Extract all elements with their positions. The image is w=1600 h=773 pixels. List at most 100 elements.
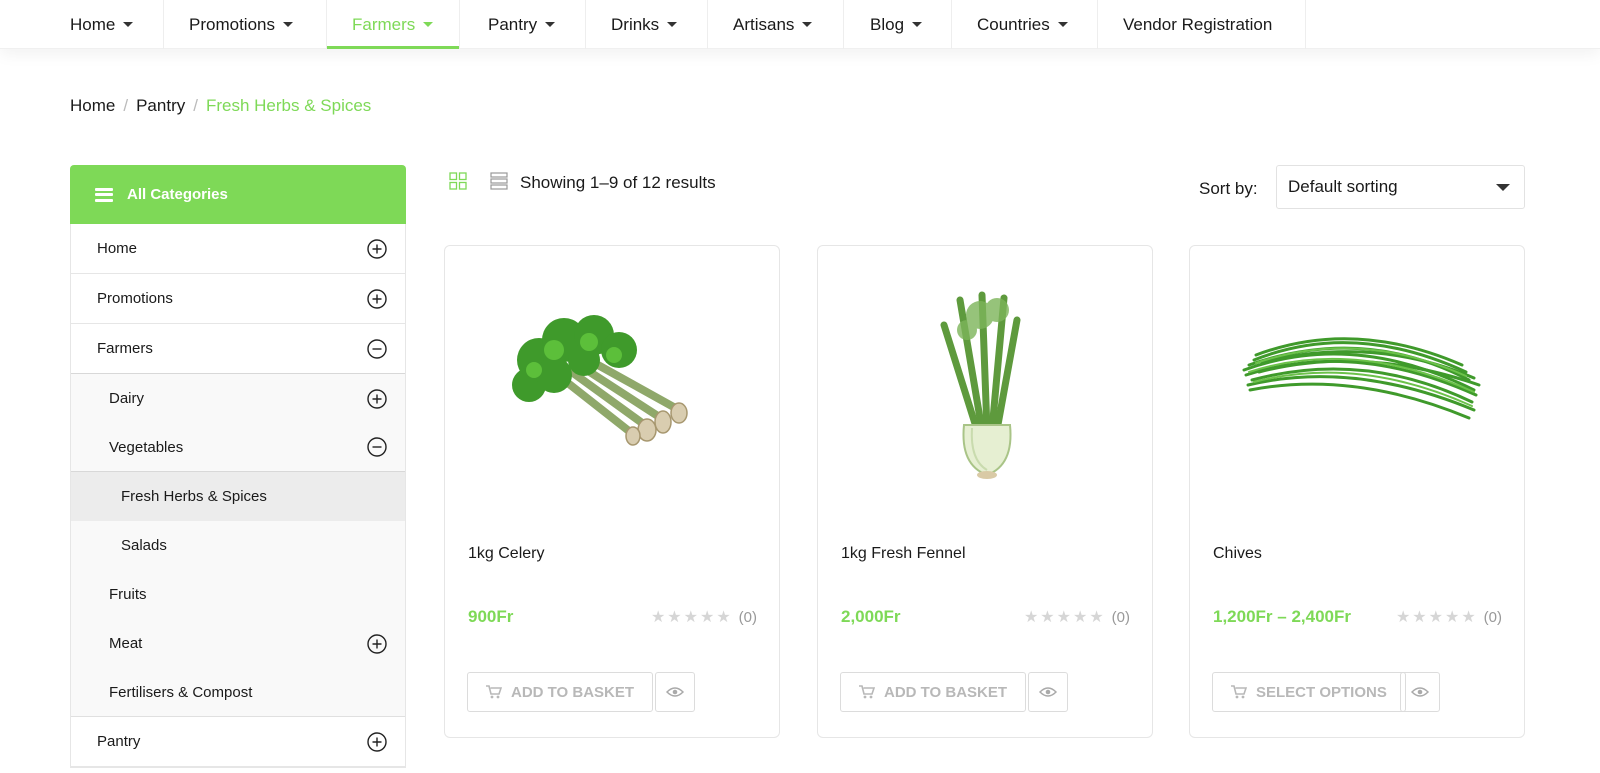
star-icon: ★ xyxy=(1023,609,1039,626)
cart-icon xyxy=(859,685,875,699)
category-item-fertilisers-compost[interactable]: Fertilisers & Compost xyxy=(71,668,405,717)
product-image-chives[interactable] xyxy=(1204,260,1512,510)
star-icon: ★ xyxy=(1428,609,1443,626)
nav-item-label: Home xyxy=(70,14,116,34)
product-rating: ★ ★ ★ ★ ★ (0) xyxy=(1024,607,1130,627)
button-label: ADD TO BASKET xyxy=(511,683,635,701)
category-item-fruits[interactable]: Fruits xyxy=(71,570,405,619)
dropdown-arrow-icon xyxy=(1496,184,1510,191)
product-price: 2,000Fr xyxy=(841,607,901,626)
category-item-dairy[interactable]: Dairy xyxy=(71,374,405,423)
nav-item-blog[interactable]: Blog xyxy=(844,0,952,49)
nav-item-label: Pantry xyxy=(488,14,538,34)
nav-item-label: Artisans xyxy=(733,14,795,34)
plus-circle-icon[interactable] xyxy=(367,731,387,752)
product-price: 1,200Fr – 2,400Fr xyxy=(1213,607,1351,626)
nav-item-farmers[interactable]: Farmers xyxy=(327,0,460,49)
star-icon: ★ xyxy=(699,609,715,626)
top-navigation: Home Promotions Farmers Pantry Drinks Ar… xyxy=(0,0,1600,49)
nav-item-drinks[interactable]: Drinks xyxy=(586,0,708,49)
star-icon: ★ xyxy=(1444,609,1460,626)
chevron-down-icon xyxy=(912,22,923,27)
product-name[interactable]: Chives xyxy=(1213,545,1262,563)
star-icon: ★ xyxy=(650,609,666,626)
list-view-icon[interactable] xyxy=(490,172,508,190)
sort-select-value: Default sorting xyxy=(1288,177,1398,196)
breadcrumb-pantry[interactable]: Pantry xyxy=(136,96,185,116)
category-item-farmers[interactable]: Farmers xyxy=(71,324,405,374)
category-label: Fresh Herbs & Spices xyxy=(121,488,267,505)
category-item-pantry[interactable]: Pantry xyxy=(71,717,405,767)
category-label: Pantry xyxy=(97,733,141,750)
chevron-down-icon xyxy=(667,22,678,27)
product-rating: ★ ★ ★ ★ ★ (0) xyxy=(1396,607,1502,627)
nav-item-artisans[interactable]: Artisans xyxy=(708,0,844,49)
star-icon: ★ xyxy=(667,609,682,626)
eye-icon xyxy=(1411,687,1429,697)
minus-circle-icon[interactable] xyxy=(367,437,387,457)
add-to-basket-button[interactable]: ADD TO BASKET xyxy=(467,672,654,712)
plus-circle-icon[interactable] xyxy=(367,388,387,409)
product-image-celery[interactable] xyxy=(459,260,767,510)
quick-view-button[interactable] xyxy=(655,672,695,712)
product-price: 900Fr xyxy=(468,607,514,626)
product-card: 1kg Fresh Fennel 2,000Fr ★ ★ ★ ★ ★ (0) A… xyxy=(817,245,1153,738)
select-options-button[interactable]: SELECT OPTIONS xyxy=(1212,672,1406,712)
category-label: Fertilisers & Compost xyxy=(109,683,253,701)
sidebar-title: All Categories xyxy=(127,186,228,203)
breadcrumb-home[interactable]: Home xyxy=(70,96,115,116)
category-label: Farmers xyxy=(97,340,153,357)
plus-circle-icon[interactable] xyxy=(367,288,387,309)
nav-item-label: Blog xyxy=(870,14,905,34)
category-item-home[interactable]: Home xyxy=(71,224,405,274)
nav-item-vendor-registration[interactable]: Vendor Registration xyxy=(1098,0,1306,49)
nav-item-countries[interactable]: Countries xyxy=(952,0,1098,49)
category-item-promotions[interactable]: Promotions xyxy=(71,274,405,324)
review-count: (0) xyxy=(1111,608,1130,626)
star-icon: ★ xyxy=(683,609,698,626)
quick-view-button[interactable] xyxy=(1400,672,1440,712)
category-label: Salads xyxy=(121,537,167,554)
star-icon: ★ xyxy=(1461,609,1476,626)
star-icon: ★ xyxy=(1412,609,1427,626)
minus-circle-icon[interactable] xyxy=(367,338,387,359)
nav-item-pantry[interactable]: Pantry xyxy=(460,0,586,49)
nav-item-label: Promotions xyxy=(189,14,275,34)
product-name[interactable]: 1kg Fresh Fennel xyxy=(841,545,966,563)
star-icon: ★ xyxy=(1056,609,1071,626)
chevron-down-icon xyxy=(802,22,813,27)
chevron-down-icon xyxy=(423,22,434,27)
quick-view-button[interactable] xyxy=(1028,672,1068,712)
breadcrumb-separator: / xyxy=(193,96,198,115)
category-item-fresh-herbs-spices[interactable]: Fresh Herbs & Spices xyxy=(71,472,405,521)
product-name[interactable]: 1kg Celery xyxy=(468,545,544,563)
category-label: Dairy xyxy=(109,390,145,407)
plus-circle-icon[interactable] xyxy=(367,633,387,654)
plus-circle-icon[interactable] xyxy=(367,238,387,259)
breadcrumb-separator: / xyxy=(123,96,129,115)
nav-item-label: Countries xyxy=(977,14,1050,34)
category-label: Promotions xyxy=(97,290,173,307)
category-list: Home Promotions Farmers Dairy Vegetables… xyxy=(70,224,406,768)
button-label: SELECT OPTIONS xyxy=(1256,683,1387,701)
nav-item-label: Farmers xyxy=(352,14,416,34)
results-count: Showing 1–9 of 12 results xyxy=(520,173,716,192)
category-label: Meat xyxy=(109,635,143,652)
product-card: 1kg Celery 900Fr ★ ★ ★ ★ ★ (0) ADD TO BA… xyxy=(444,245,780,738)
product-image-fennel[interactable] xyxy=(832,260,1140,510)
nav-item-home[interactable]: Home xyxy=(70,0,164,49)
sort-select[interactable]: Default sorting xyxy=(1276,165,1525,209)
nav-item-promotions[interactable]: Promotions xyxy=(164,0,327,49)
star-icon: ★ xyxy=(716,609,731,626)
star-icon: ★ xyxy=(1072,609,1088,626)
category-item-vegetables[interactable]: Vegetables xyxy=(71,423,405,472)
star-icon: ★ xyxy=(1040,609,1055,626)
breadcrumb-current: Fresh Herbs & Spices xyxy=(205,96,372,115)
grid-view-icon[interactable] xyxy=(449,172,467,190)
add-to-basket-button[interactable]: ADD TO BASKET xyxy=(840,672,1027,712)
all-categories-header[interactable]: All Categories xyxy=(70,165,406,224)
button-label: ADD TO BASKET xyxy=(884,683,1008,701)
chevron-down-icon xyxy=(282,22,293,27)
category-item-salads[interactable]: Salads xyxy=(71,521,405,570)
category-item-meat[interactable]: Meat xyxy=(71,619,405,668)
